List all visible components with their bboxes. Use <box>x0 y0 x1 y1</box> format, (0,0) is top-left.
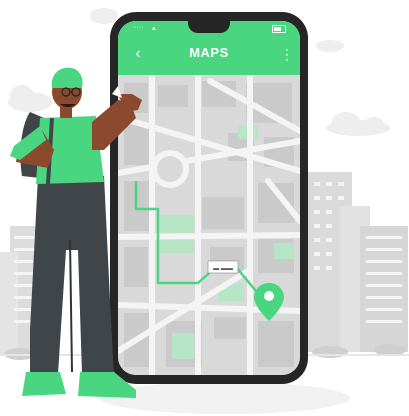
illustration-scene: ▬ ▬▬ ····· ▴ ‹ MAPS ⋮ <box>0 0 409 416</box>
menu-button[interactable]: ⋮ <box>280 43 294 65</box>
left-shoe <box>22 372 66 396</box>
wifi-icon: ▴ <box>152 25 156 32</box>
chevron-left-icon: ‹ <box>135 45 141 62</box>
right-shoe <box>78 372 136 398</box>
back-button[interactable]: ‹ <box>128 43 148 65</box>
battery-icon <box>272 25 286 33</box>
app-title: MAPS <box>189 45 229 60</box>
phone-notch <box>188 21 230 33</box>
beanie <box>51 67 83 88</box>
more-vertical-icon: ⋮ <box>280 46 294 62</box>
status-time: ····· <box>132 24 144 31</box>
